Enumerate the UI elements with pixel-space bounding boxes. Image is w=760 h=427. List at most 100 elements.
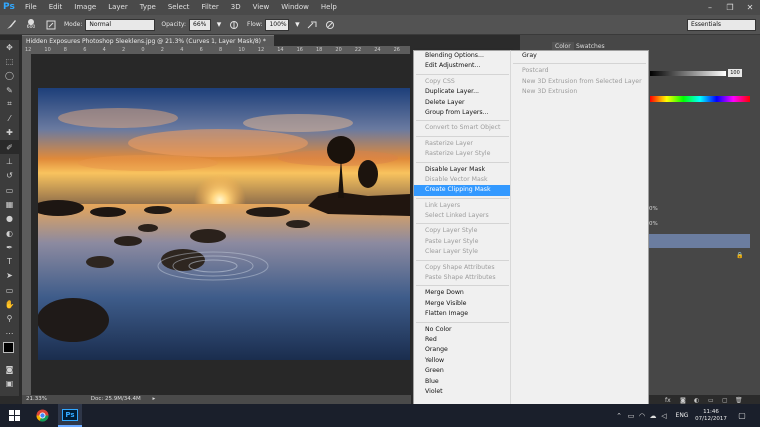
menu-color-violet[interactable]: Violet (414, 387, 511, 397)
menu-edit[interactable]: Edit (43, 0, 69, 15)
layer-style-icon[interactable]: fx (665, 397, 671, 404)
start-button[interactable] (0, 404, 28, 427)
dodge-tool-icon[interactable]: ◐ (0, 226, 19, 240)
history-brush-tool-icon[interactable]: ↺ (0, 169, 19, 183)
clock[interactable]: 11:46 07/12/2017 (694, 404, 728, 427)
color-slider-value: 100 (730, 70, 740, 76)
brush-preset-picker[interactable]: 600 (22, 19, 40, 31)
pressure-opacity-icon[interactable] (227, 19, 241, 31)
menu-delete-layer[interactable]: Delete Layer (414, 98, 511, 108)
menu-create-clipping-mask[interactable]: Create Clipping Mask (414, 185, 511, 196)
brush-tool-icon[interactable]: ✐ (0, 140, 19, 155)
move-tool-icon[interactable]: ✥ (0, 40, 19, 54)
menu-select[interactable]: Select (162, 0, 196, 15)
pressure-size-icon[interactable] (323, 19, 337, 31)
menu-merge-visible[interactable]: Merge Visible (414, 299, 511, 309)
add-mask-icon[interactable]: ◙ (680, 397, 686, 404)
marquee-tool-icon[interactable]: ⬚ (0, 54, 19, 68)
minimize-button[interactable]: – (700, 0, 720, 15)
status-arrow-icon[interactable]: ▸ (153, 396, 156, 402)
hand-tool-icon[interactable]: ✋ (0, 297, 19, 311)
clone-stamp-tool-icon[interactable]: ⊥ (0, 154, 19, 168)
pen-tool-icon[interactable]: ✒ (0, 240, 19, 254)
menu-view[interactable]: View (247, 0, 276, 15)
new-group-icon[interactable]: ▭ (708, 397, 714, 404)
adjustment-layer-icon[interactable]: ◐ (694, 397, 699, 404)
language-indicator[interactable]: ENG (672, 404, 692, 427)
brush-panel-toggle-icon[interactable] (44, 19, 58, 31)
photoshop-taskbar-icon[interactable]: Ps (58, 404, 82, 427)
brush-tool-icon[interactable] (4, 19, 18, 31)
menu-color-green[interactable]: Green (414, 366, 511, 376)
eraser-tool-icon[interactable]: ▭ (0, 183, 19, 197)
menu-new-3d-extrusion: New 3D Extrusion (522, 88, 578, 96)
menu-color-yellow[interactable]: Yellow (414, 356, 511, 366)
delete-layer-icon[interactable]: 🗑 (735, 397, 743, 404)
menu-type[interactable]: Type (134, 0, 162, 15)
menu-edit-adjustment[interactable]: Edit Adjustment... (414, 61, 511, 71)
color-swatches[interactable] (0, 340, 19, 362)
foreground-color-swatch[interactable] (3, 342, 14, 354)
ruler-tick-label: 12 (25, 47, 32, 53)
flow-dropdown-icon[interactable]: ▾ (293, 19, 301, 31)
menu-group-from-layers[interactable]: Group from Layers... (414, 108, 511, 118)
action-center-icon[interactable]: ▢ (734, 404, 750, 427)
tray-chevron-icon[interactable]: ⌃ (614, 404, 624, 427)
type-tool-icon[interactable]: T (0, 254, 19, 268)
menu-merge-down[interactable]: Merge Down (414, 288, 511, 298)
network-icon[interactable]: ▭ (626, 404, 636, 427)
menu-color-none[interactable]: No Color (414, 325, 511, 335)
menu-color-gray[interactable]: Gray (511, 51, 648, 61)
chrome-taskbar-icon[interactable] (28, 404, 56, 427)
screen-mode-icon[interactable]: ▣ (0, 377, 19, 391)
lasso-tool-icon[interactable]: ◯ (0, 69, 19, 83)
menu-color-blue[interactable]: Blue (414, 377, 511, 387)
quick-select-tool-icon[interactable]: ✎ (0, 83, 19, 97)
menu-disable-layer-mask[interactable]: Disable Layer Mask (414, 165, 511, 175)
panel-percent-b[interactable]: 0% (649, 221, 658, 227)
volume-icon[interactable]: ◁ (659, 404, 669, 427)
spectrum-bar[interactable] (650, 96, 750, 102)
menu-color-red[interactable]: Red (414, 335, 511, 345)
more-tools-icon[interactable]: ⋯ (0, 326, 19, 340)
restore-button[interactable]: ❐ (720, 0, 740, 15)
close-button[interactable]: ✕ (740, 0, 760, 15)
airbrush-icon[interactable] (305, 19, 319, 31)
eyedropper-tool-icon[interactable]: ⁄ (0, 111, 19, 125)
menu-duplicate-layer[interactable]: Duplicate Layer... (414, 87, 511, 97)
menu-filter[interactable]: Filter (195, 0, 224, 15)
zoom-tool-icon[interactable]: ⚲ (0, 312, 19, 326)
menu-window[interactable]: Window (275, 0, 315, 15)
menu-flatten-image[interactable]: Flatten Image (414, 309, 511, 319)
menu-color-orange[interactable]: Orange (414, 345, 511, 355)
opacity-field[interactable]: 66% (189, 18, 212, 31)
panel-percent-a[interactable]: 0% (649, 206, 658, 212)
onedrive-icon[interactable]: ☁ (648, 404, 658, 427)
new-layer-icon[interactable]: ▢ (722, 397, 728, 404)
menu-help[interactable]: Help (315, 0, 343, 15)
blur-tool-icon[interactable]: ● (0, 212, 19, 226)
menu-layer[interactable]: Layer (102, 0, 134, 15)
gradient-tool-icon[interactable]: ▦ (0, 197, 19, 211)
flow-field[interactable]: 100% (265, 18, 290, 31)
menu-blending-options[interactable]: Blending Options... (414, 51, 511, 61)
crop-tool-icon[interactable]: ⌗ (0, 97, 19, 111)
document-image[interactable] (38, 88, 410, 360)
shape-tool-icon[interactable]: ▭ (0, 283, 19, 297)
mode-dropdown[interactable]: Normal (85, 18, 156, 31)
wifi-icon[interactable]: ◠ (637, 404, 647, 427)
menu-file[interactable]: File (19, 0, 43, 15)
opacity-dropdown-icon[interactable]: ▾ (215, 19, 223, 31)
menu-image[interactable]: Image (68, 0, 102, 15)
tab-swatches[interactable]: Swatches (576, 43, 605, 50)
workspace-dropdown[interactable]: Essentials (687, 19, 756, 31)
color-slider-track[interactable] (650, 71, 726, 76)
path-select-tool-icon[interactable]: ➤ (0, 269, 19, 283)
menu-clear-layer-style: Clear Layer Style (425, 248, 478, 256)
zoom-level[interactable]: 21.33% (26, 396, 47, 402)
quick-mask-icon[interactable]: ◙ (0, 362, 19, 376)
color-slider-field[interactable]: 100 (728, 69, 742, 77)
healing-brush-tool-icon[interactable]: ✚ (0, 126, 19, 140)
menu-3d[interactable]: 3D (225, 0, 247, 15)
selected-layer-row[interactable] (647, 234, 750, 248)
